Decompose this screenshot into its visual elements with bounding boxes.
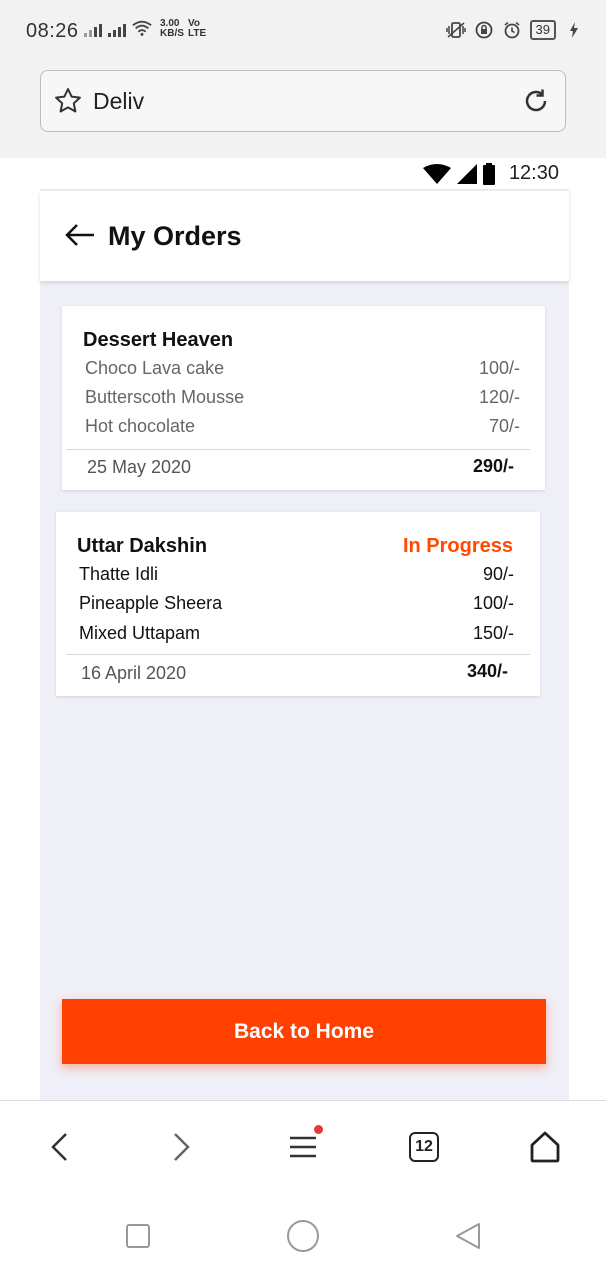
charging-icon [564, 20, 584, 40]
address-bar[interactable]: Deliv [40, 70, 566, 132]
order-item-price: 70/- [488, 416, 520, 436]
order-item-name: Butterscoth Mousse [85, 387, 245, 407]
url-text[interactable]: Deliv [93, 88, 144, 115]
order-item-name: Choco Lava cake [85, 358, 225, 378]
order-item-name: Hot chocolate [85, 416, 196, 436]
order-item-price: 90/- [482, 564, 514, 584]
restaurant-name: Dessert Heaven [83, 329, 234, 351]
order-item-name: Thatte Idli [79, 564, 159, 584]
order-item-price: 100/- [472, 593, 514, 613]
back-nav-icon[interactable] [448, 1216, 488, 1256]
order-total: 340/- [466, 661, 508, 681]
home-icon[interactable] [523, 1125, 567, 1169]
app-bar: My Orders [40, 191, 569, 281]
forward-icon[interactable] [159, 1125, 203, 1169]
page-title: My Orders [108, 221, 242, 251]
restaurant-name: Uttar Dakshin [77, 535, 208, 557]
app-status-time: 12:30 [508, 162, 559, 184]
data-saver-icon [474, 20, 494, 40]
divider [66, 654, 530, 655]
status-badge: In Progress [402, 535, 513, 557]
back-icon[interactable] [38, 1125, 82, 1169]
order-item-name: Pineapple Sheera [79, 593, 223, 613]
browser-toolbar: 12 [0, 1100, 606, 1190]
web-content: 12:30 My Orders Dessert Heaven Choco Lav… [40, 158, 569, 1100]
order-item-price: 100/- [478, 358, 520, 378]
battery-icon [483, 163, 495, 190]
home-nav-icon[interactable] [283, 1216, 323, 1256]
order-date: 16 April 2020 [81, 663, 187, 683]
network-speed: 3.00 KB/S [160, 18, 184, 39]
order-item-price: 120/- [478, 387, 520, 407]
order-item-price: 150/- [472, 623, 514, 643]
wifi-icon [132, 18, 152, 38]
order-item-name: Mixed Uttapam [79, 623, 201, 643]
bookmark-star-icon[interactable] [53, 86, 83, 121]
vibrate-icon [445, 20, 466, 40]
back-arrow-icon[interactable] [64, 221, 96, 254]
order-card[interactable]: Dessert Heaven Choco Lava cake 100/- But… [62, 306, 545, 490]
cellular-icon [457, 164, 477, 189]
browser-header: Deliv [0, 62, 606, 158]
tabs-button[interactable]: 12 [402, 1125, 446, 1169]
wifi-icon [423, 164, 451, 189]
order-card[interactable]: Uttar Dakshin In Progress Thatte Idli 90… [56, 512, 540, 696]
app-status-bar: 12:30 [40, 158, 569, 190]
menu-icon[interactable] [281, 1125, 325, 1169]
order-date: 25 May 2020 [87, 457, 192, 477]
alarm-icon [502, 20, 522, 40]
system-status-bar: 08:26 3.00 KB/S Vo LTE 39 [0, 0, 606, 62]
signal-icon [84, 24, 126, 37]
order-total: 290/- [472, 456, 514, 476]
reload-icon[interactable] [521, 86, 551, 121]
notification-dot [314, 1125, 323, 1134]
back-to-home-button[interactable]: Back to Home [62, 999, 546, 1064]
network-type: Vo LTE [188, 18, 207, 39]
battery-indicator: 39 [529, 20, 556, 40]
tab-count: 12 [409, 1132, 439, 1162]
system-time: 08:26 [26, 20, 79, 42]
recent-apps-icon[interactable] [118, 1216, 158, 1256]
android-nav-bar [0, 1190, 606, 1280]
divider [66, 449, 530, 450]
